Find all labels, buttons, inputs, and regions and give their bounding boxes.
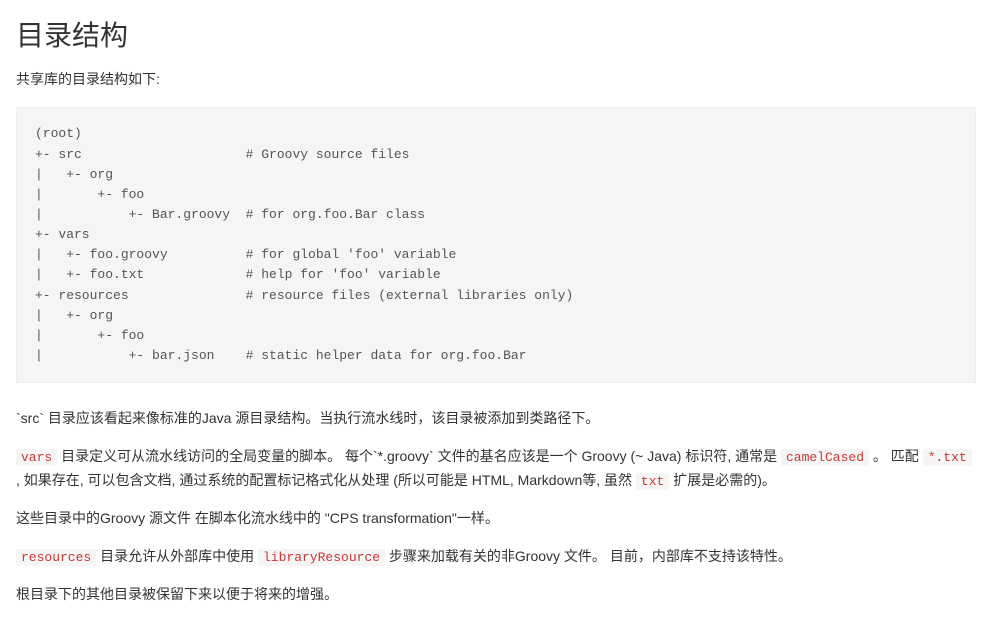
code-txt: txt: [636, 473, 669, 490]
intro-text: 共享库的目录结构如下:: [16, 68, 976, 92]
paragraph-other-dirs: 根目录下的其他目录被保留下来以便于将来的增强。: [16, 583, 976, 607]
text-segment: 目录允许从外部库中使用: [96, 548, 258, 564]
text-segment: 。 匹配: [869, 448, 923, 464]
paragraph-cps: 这些目录中的Groovy 源文件 在脚本化流水线中的 "CPS transfor…: [16, 507, 976, 531]
code-vars: vars: [16, 449, 57, 466]
code-camelcased: camelCased: [781, 449, 869, 466]
paragraph-vars: vars 目录定义可从流水线访问的全局变量的脚本。 每个`*.groovy` 文…: [16, 445, 976, 493]
code-txt-glob: *.txt: [923, 449, 972, 466]
text-segment: 目录定义可从流水线访问的全局变量的脚本。 每个`*.groovy` 文件的基名应…: [57, 448, 781, 464]
text-segment: 扩展是必需的)。: [669, 472, 776, 488]
code-resources: resources: [16, 549, 96, 566]
code-libraryresource: libraryResource: [258, 549, 385, 566]
paragraph-resources: resources 目录允许从外部库中使用 libraryResource 步骤…: [16, 545, 976, 569]
paragraph-src: `src` 目录应该看起来像标准的Java 源目录结构。当执行流水线时，该目录被…: [16, 407, 976, 431]
section-heading: 目录结构: [16, 12, 976, 60]
text-segment: , 如果存在, 可以包含文档, 通过系统的配置标记格式化从处理 (所以可能是 H…: [16, 472, 636, 488]
text-segment: 步骤来加载有关的非Groovy 文件。 目前，内部库不支持该特性。: [385, 548, 792, 564]
directory-structure-code: (root) +- src # Groovy source files | +-…: [16, 107, 976, 383]
